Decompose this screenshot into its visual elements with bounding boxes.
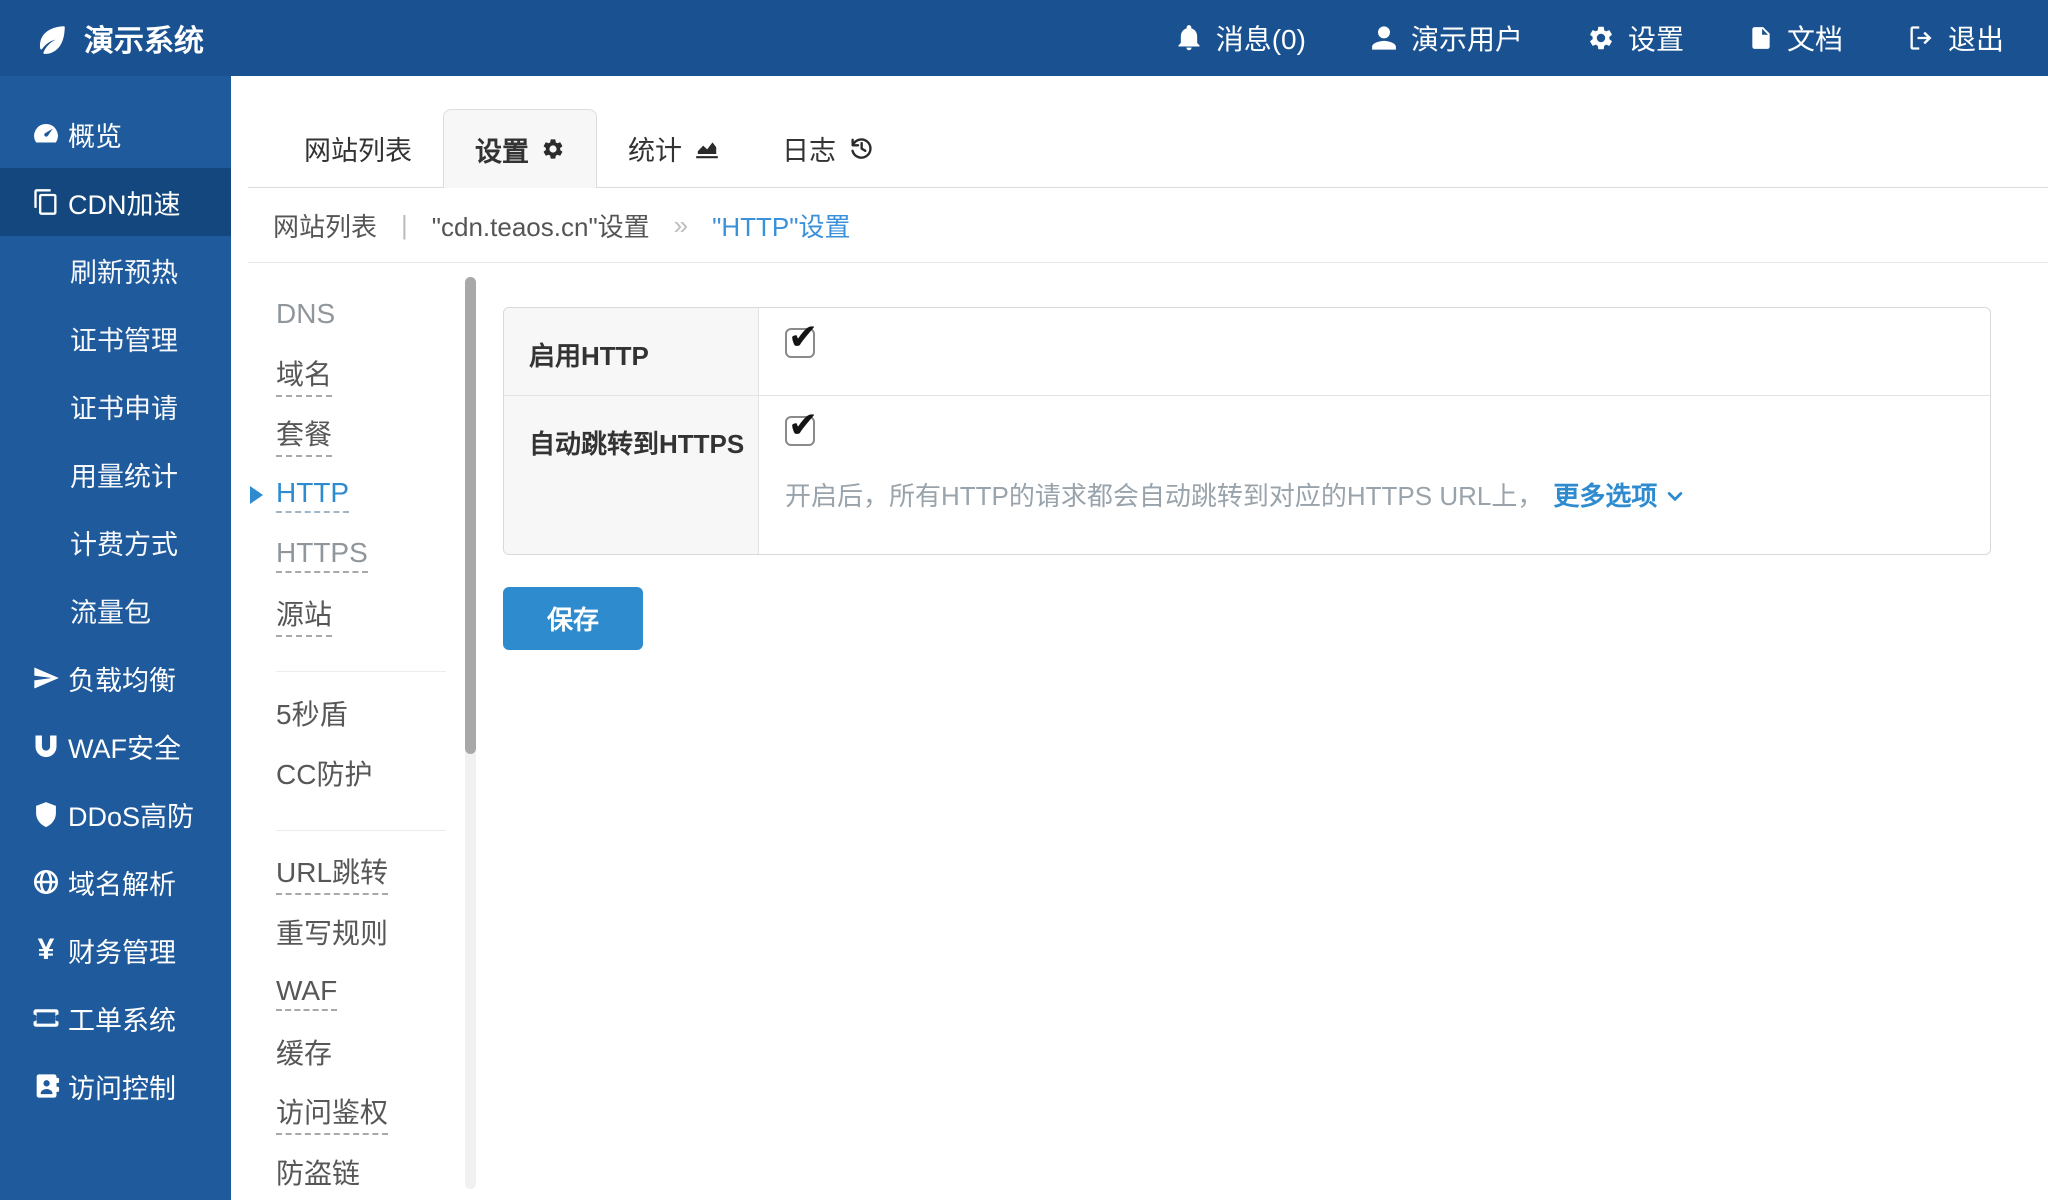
auto-redirect-checkbox[interactable] bbox=[785, 416, 815, 446]
auto-redirect-row: 自动跳转到HTTPS 开启后，所有HTTP的请求都会自动跳转到对应的HTTPS … bbox=[504, 396, 1990, 554]
address-book-icon bbox=[26, 1072, 66, 1100]
submenu-item-cc-protect[interactable]: CC防护 bbox=[276, 744, 446, 804]
history-icon bbox=[848, 135, 874, 161]
sidebar-item-billing[interactable]: 计费方式 bbox=[0, 508, 231, 576]
submenu-item-plan[interactable]: 套餐 bbox=[276, 405, 446, 465]
settings-content: DNS 域名 套餐 HTTP HTTPS 源站 5秒盾 CC防护 URL跳转 重… bbox=[231, 263, 2048, 1199]
sidebar-item-cdn[interactable]: CDN加速 bbox=[0, 168, 231, 236]
chevron-down-icon bbox=[1665, 483, 1685, 506]
sidebar-item-overview[interactable]: 概览 bbox=[0, 100, 231, 168]
settings-panel: 启用HTTP 自动跳转到HTTPS 开启后，所有HTTP的请求都会自动跳转到对应… bbox=[503, 307, 1991, 555]
user-label: 演示用户 bbox=[1411, 18, 1523, 58]
sidebar-item-tickets[interactable]: 工单系统 bbox=[0, 984, 231, 1052]
http-settings-form: 启用HTTP 自动跳转到HTTPS 开启后，所有HTTP的请求都会自动跳转到对应… bbox=[503, 307, 1991, 650]
yen-icon: ¥ bbox=[26, 935, 66, 965]
messages-label: 消息(0) bbox=[1216, 18, 1306, 58]
submenu-item-hotlink-protect[interactable]: 防盗链 bbox=[276, 1143, 446, 1203]
submenu-item-url-redirect[interactable]: URL跳转 bbox=[276, 843, 446, 903]
breadcrumb: 网站列表 | "cdn.teaos.cn"设置 » "HTTP"设置 bbox=[248, 188, 2048, 263]
settings-label: 设置 bbox=[1628, 18, 1684, 58]
breadcrumb-http-settings[interactable]: "HTTP"设置 bbox=[712, 207, 850, 244]
breadcrumb-website-list[interactable]: 网站列表 bbox=[273, 207, 377, 244]
submenu-item-rewrite-rules[interactable]: 重写规则 bbox=[276, 903, 446, 963]
shield-icon bbox=[26, 800, 66, 828]
sidebar-item-ddos[interactable]: DDoS高防 bbox=[0, 780, 231, 848]
caret-right-icon bbox=[250, 486, 263, 504]
tab-website-list[interactable]: 网站列表 bbox=[273, 109, 443, 187]
field-label: 自动跳转到HTTPS bbox=[504, 396, 759, 554]
ticket-icon bbox=[26, 1003, 66, 1033]
tab-logs[interactable]: 日志 bbox=[751, 109, 905, 187]
sign-out-icon bbox=[1907, 24, 1935, 52]
enable-http-row: 启用HTTP bbox=[504, 308, 1990, 396]
sidebar-item-waf[interactable]: WAF安全 bbox=[0, 712, 231, 780]
topbar: 演示系统 消息(0) 演示用户 设置 文档 bbox=[0, 0, 2048, 76]
sidebar-item-cert-manage[interactable]: 证书管理 bbox=[0, 304, 231, 372]
sidebar-item-access-control[interactable]: 访问控制 bbox=[0, 1052, 231, 1120]
docs-label: 文档 bbox=[1787, 18, 1843, 58]
gear-icon bbox=[541, 137, 565, 161]
redirect-description: 开启后，所有HTTP的请求都会自动跳转到对应的HTTPS URL上， 更多选项 bbox=[785, 476, 1990, 513]
document-icon bbox=[1748, 24, 1774, 52]
gear-icon bbox=[1587, 24, 1615, 52]
messages-button[interactable]: 消息(0) bbox=[1175, 18, 1306, 58]
breadcrumb-separator: » bbox=[674, 210, 688, 241]
submenu-item-https[interactable]: HTTPS bbox=[276, 525, 446, 585]
sidebar-item-traffic-pack[interactable]: 流量包 bbox=[0, 576, 231, 644]
tab-statistics[interactable]: 统计 bbox=[597, 109, 751, 187]
user-button[interactable]: 演示用户 bbox=[1370, 18, 1523, 58]
submenu-divider bbox=[276, 830, 446, 831]
main-content: 网站列表 设置 统计 日志 网站列表 | "cdn.teaos.cn"设置 » … bbox=[231, 76, 2048, 1200]
topbar-menu: 消息(0) 演示用户 设置 文档 退出 bbox=[1175, 18, 2048, 58]
sidebar-item-label: CDN加速 bbox=[68, 183, 181, 222]
tab-settings[interactable]: 设置 bbox=[443, 109, 597, 188]
brand[interactable]: 演示系统 bbox=[0, 16, 204, 60]
save-button[interactable]: 保存 bbox=[503, 587, 643, 650]
clone-icon bbox=[26, 188, 66, 216]
breadcrumb-separator: | bbox=[401, 210, 408, 241]
area-chart-icon bbox=[694, 135, 720, 161]
bell-icon bbox=[1175, 24, 1203, 52]
brand-label: 演示系统 bbox=[84, 16, 204, 60]
magnet-icon bbox=[26, 732, 66, 760]
sidebar-item-dns-resolve[interactable]: 域名解析 bbox=[0, 848, 231, 916]
submenu-item-access-auth[interactable]: 访问鉴权 bbox=[276, 1083, 446, 1143]
submenu-item-origin[interactable]: 源站 bbox=[276, 585, 446, 645]
sidebar-item-finance[interactable]: ¥ 财务管理 bbox=[0, 916, 231, 984]
sidebar-item-refresh-preheat[interactable]: 刷新预热 bbox=[0, 236, 231, 304]
globe-icon bbox=[26, 868, 66, 896]
submenu-item-dns[interactable]: DNS bbox=[276, 285, 446, 345]
settings-button[interactable]: 设置 bbox=[1587, 18, 1684, 58]
submenu-item-5s-shield[interactable]: 5秒盾 bbox=[276, 684, 446, 744]
user-icon bbox=[1370, 24, 1398, 52]
submenu-item-domain[interactable]: 域名 bbox=[276, 345, 446, 405]
field-label: 启用HTTP bbox=[504, 308, 759, 395]
submenu-item-cache[interactable]: 缓存 bbox=[276, 1023, 446, 1083]
submenu-scrollbar-track bbox=[465, 277, 476, 1189]
more-options-link[interactable]: 更多选项 bbox=[1553, 476, 1685, 513]
sidebar-item-usage-stats[interactable]: 用量统计 bbox=[0, 440, 231, 508]
breadcrumb-site-settings[interactable]: "cdn.teaos.cn"设置 bbox=[432, 207, 650, 244]
tab-bar: 网站列表 设置 统计 日志 bbox=[248, 109, 2048, 188]
sidebar-item-label: 概览 bbox=[68, 115, 122, 154]
sidebar-item-cert-apply[interactable]: 证书申请 bbox=[0, 372, 231, 440]
submenu-item-http[interactable]: HTTP bbox=[276, 465, 446, 525]
docs-button[interactable]: 文档 bbox=[1748, 18, 1843, 58]
sidebar-item-load-balance[interactable]: 负载均衡 bbox=[0, 644, 231, 712]
leaf-icon bbox=[36, 22, 68, 54]
logout-button[interactable]: 退出 bbox=[1907, 18, 2004, 58]
submenu-divider bbox=[276, 671, 446, 672]
settings-submenu: DNS 域名 套餐 HTTP HTTPS 源站 5秒盾 CC防护 URL跳转 重… bbox=[276, 285, 446, 1203]
enable-http-checkbox[interactable] bbox=[785, 328, 815, 358]
submenu-scrollbar-thumb[interactable] bbox=[465, 277, 476, 754]
submenu-item-waf[interactable]: WAF bbox=[276, 963, 446, 1023]
logout-label: 退出 bbox=[1948, 18, 2004, 58]
sidebar: 概览 CDN加速 刷新预热 证书管理 证书申请 用量统计 计费方式 流量包 负载… bbox=[0, 76, 231, 1200]
dashboard-icon bbox=[26, 119, 66, 149]
paper-plane-icon bbox=[26, 664, 66, 692]
